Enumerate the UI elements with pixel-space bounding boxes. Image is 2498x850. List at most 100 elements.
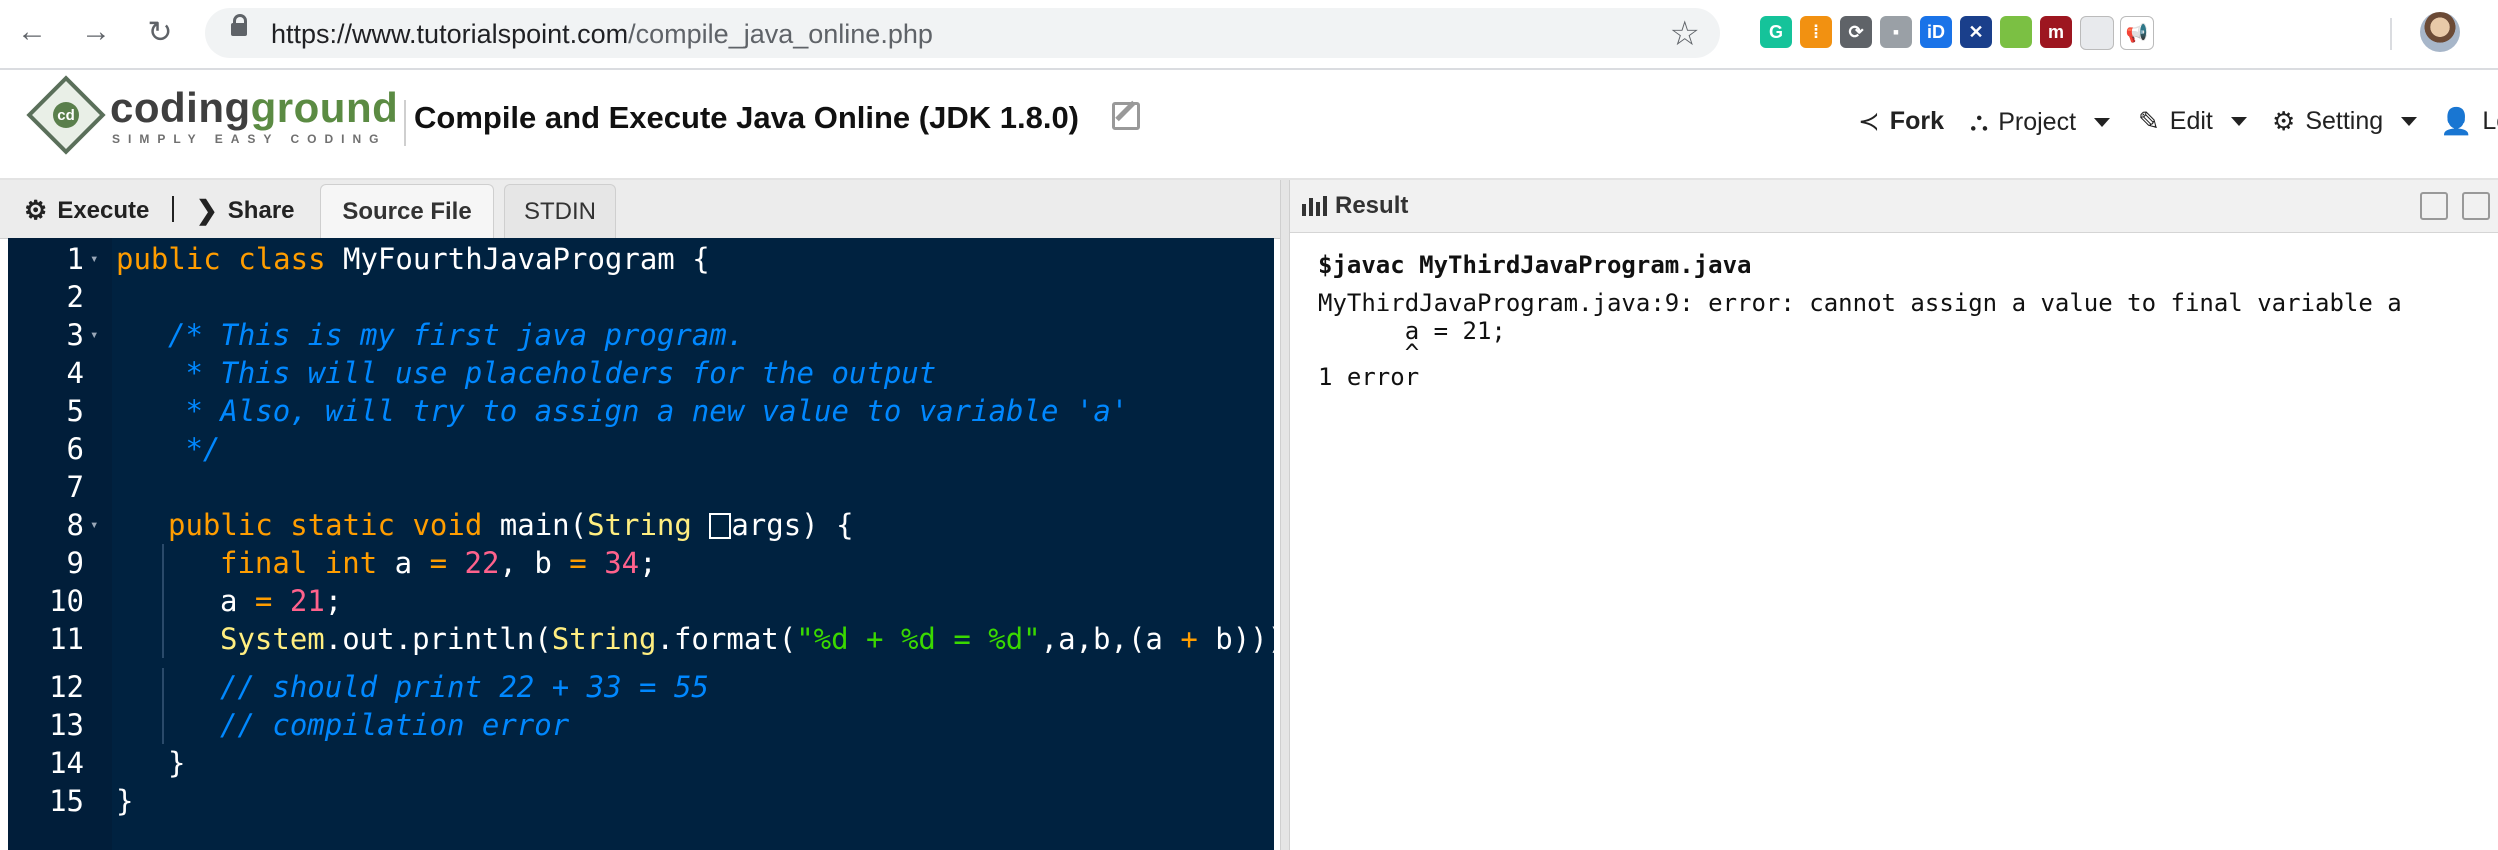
profile-avatar[interactable] [2420, 12, 2460, 52]
code-token: 34 [604, 546, 640, 580]
code-text: public static void main(String args) { [168, 506, 854, 544]
code-text: * This will use placeholders for the out… [168, 354, 936, 392]
tab-source-file[interactable]: Source File [320, 184, 494, 238]
code-token: * Also, will try to assign a new value t… [168, 394, 1129, 428]
header-divider [404, 100, 406, 146]
code-token: public [116, 242, 221, 276]
address-bar[interactable]: https://www.tutorialspoint.com/compile_j… [205, 8, 1720, 58]
menu-edit-label: Edit [2169, 107, 2213, 135]
collapse-icon[interactable] [2420, 192, 2448, 220]
line-number: 13 [49, 708, 84, 742]
forward-arrow-icon[interactable]: → [76, 12, 116, 52]
url-host: https://www.tutorialspoint.com [271, 19, 629, 49]
tab-source-file-label: Source File [342, 197, 472, 225]
menu-login[interactable]: 👤 Lo [2440, 106, 2498, 137]
code-text: * Also, will try to assign a new value t… [168, 392, 1128, 430]
refresh-extension-icon[interactable]: ⟳ [1840, 16, 1872, 48]
tab-stdin[interactable]: STDIN [504, 184, 616, 238]
code-line[interactable]: 4 * This will use placeholders for the o… [8, 354, 1274, 392]
menu-setting[interactable]: ⚙ Setting [2272, 106, 2418, 137]
menu-project[interactable]: ⛬ Project [1970, 106, 2111, 138]
indent-guide [162, 706, 164, 744]
line-number: 7 [66, 470, 84, 504]
code-line[interactable]: 7 [8, 468, 1274, 506]
code-line[interactable]: 2 [8, 278, 1274, 316]
execute-label: Execute [57, 196, 150, 224]
code-token: + [1180, 622, 1198, 656]
user-icon: 👤 [2440, 106, 2473, 136]
reload-icon[interactable]: ↻ [140, 12, 180, 52]
execute-button[interactable]: ⚙ Execute [24, 195, 149, 226]
code-token: ; [639, 546, 657, 580]
code-line[interactable]: 9 final int a = 22, b = 34; [8, 544, 1274, 582]
code-text: a = 21; [220, 582, 342, 620]
code-token: // compilation error [220, 708, 570, 742]
code-text: } [116, 782, 133, 820]
x-extension-icon[interactable]: ✕ [1960, 16, 1992, 48]
code-token: b))); [1215, 622, 1274, 656]
code-token: , b [499, 546, 570, 580]
line-number: 14 [49, 746, 84, 780]
code-line[interactable]: 3 ▾ /* This is my first java program. [8, 316, 1274, 354]
code-token: .format( [656, 622, 797, 656]
edit-title-icon[interactable] [1112, 102, 1140, 130]
logo-tagline: SIMPLY EASY CODING [112, 132, 387, 146]
expand-icon[interactable] [2462, 192, 2490, 220]
logo-wordmark[interactable]: codingground [110, 86, 398, 130]
line-number: 4 [66, 356, 84, 390]
code-line[interactable]: 12 // should print 22 + 33 = 55 [8, 668, 1274, 706]
code-token: public [168, 508, 273, 542]
code-line[interactable]: 8 ▾ public static void main(String args) { [8, 506, 1274, 544]
menu-project-label: Project [1998, 107, 2077, 136]
back-arrow-icon[interactable]: ← [12, 12, 52, 52]
code-token: = [429, 546, 448, 580]
menu-setting-label: Setting [2305, 107, 2384, 135]
code-line[interactable]: 14} [8, 744, 1274, 782]
chevron-down-icon [2230, 117, 2247, 126]
code-editor[interactable]: 1 ▾ public class MyFourthJavaProgram {2 3 ▾ /… [8, 238, 1274, 850]
code-line[interactable]: 11 System.out.println(String.format("%d +… [8, 620, 1274, 658]
code-token: final [220, 546, 308, 580]
code-line[interactable]: 1 ▾ public class MyFourthJavaProgram { [8, 240, 1274, 278]
menu-edit[interactable]: ✎ Edit [2138, 106, 2247, 137]
code-text: // compilation error [220, 706, 569, 744]
pane-splitter[interactable] [1280, 180, 1290, 850]
chevron-down-icon [2401, 117, 2418, 126]
id-extension-icon[interactable]: iD [1920, 16, 1952, 48]
code-line[interactable]: 6 */ [8, 430, 1274, 468]
code-text: } [168, 744, 185, 782]
code-line[interactable]: 15} [8, 782, 1274, 820]
toolbar-divider [2390, 18, 2392, 50]
gears-icon: ⚙ [24, 195, 48, 225]
color-extension-icon[interactable] [2000, 16, 2032, 48]
indent-guide [162, 620, 164, 658]
extension-orange-icon[interactable]: ⁞ [1800, 16, 1832, 48]
chat-extension-icon[interactable]: ▪ [1880, 16, 1912, 48]
code-text: // should print 22 + 33 = 55 [220, 668, 709, 706]
tab-stdin-label: STDIN [524, 197, 596, 225]
fold-arrow-icon[interactable]: ▾ [90, 506, 98, 544]
bookmark-star-icon[interactable]: ☆ [1670, 14, 1700, 54]
document-extension-icon[interactable] [2080, 16, 2114, 50]
share-button[interactable]: ❯ Share [196, 195, 295, 226]
megaphone-extension-icon[interactable]: 📢 [2120, 16, 2154, 50]
code-token: a [377, 546, 430, 580]
code-token: * This will use placeholders for the out… [168, 356, 937, 390]
code-text: System.out.println(String.format("%d + %… [220, 620, 1274, 658]
menu-fork[interactable]: ≺ Fork [1858, 106, 1944, 137]
fold-arrow-icon[interactable]: ▾ [90, 316, 98, 354]
fold-arrow-icon[interactable]: ▾ [90, 240, 98, 278]
code-token: } [116, 784, 134, 818]
mendeley-extension-icon[interactable]: m [2040, 16, 2072, 48]
code-line[interactable]: 13 // compilation error [8, 706, 1274, 744]
url-text[interactable]: https://www.tutorialspoint.com/compile_j… [271, 19, 933, 50]
code-line[interactable]: 5 * Also, will try to assign a new value… [8, 392, 1274, 430]
code-text: final int a = 22, b = 34; [220, 544, 657, 582]
result-title-label: Result [1335, 192, 1409, 219]
grammarly-icon[interactable]: G [1760, 16, 1792, 48]
code-line[interactable]: 10 a = 21; [8, 582, 1274, 620]
